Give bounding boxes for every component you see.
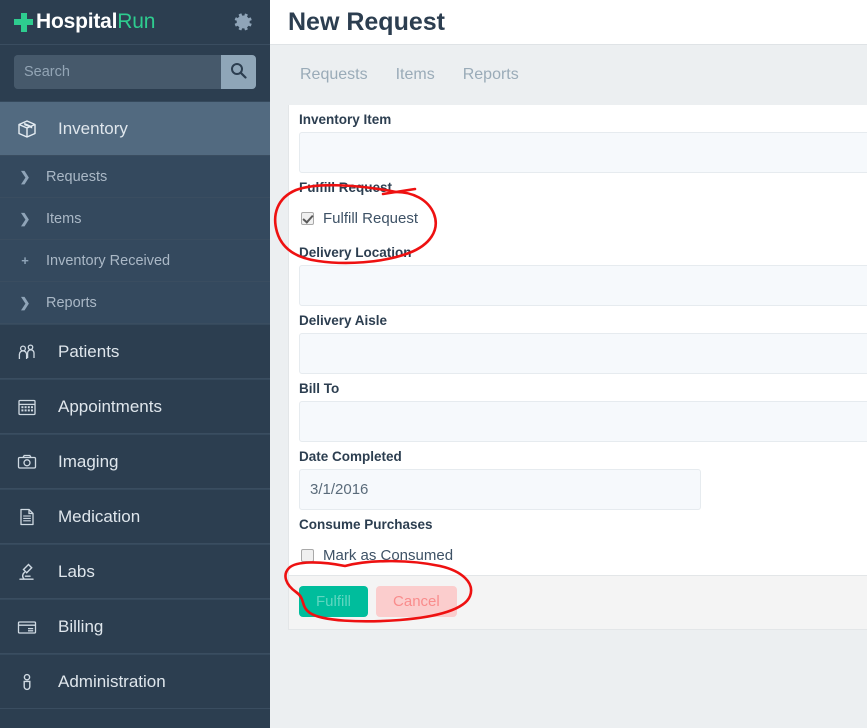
sidebar-item-appointments[interactable]: Appointments bbox=[0, 379, 270, 434]
sidebar-item-label: Medication bbox=[58, 506, 141, 526]
delivery-aisle-input[interactable] bbox=[299, 333, 867, 374]
medical-cross-icon bbox=[14, 12, 33, 32]
box-icon bbox=[16, 118, 46, 140]
sidebar-item-label: Patients bbox=[58, 341, 120, 361]
calendar-icon bbox=[16, 396, 46, 418]
sidebar-item-label: Appointments bbox=[58, 396, 162, 416]
sidebar-item-medication[interactable]: Medication bbox=[0, 489, 270, 544]
field-label: Inventory Item bbox=[299, 112, 392, 127]
field-delivery-location: Delivery Location bbox=[289, 238, 867, 306]
date-completed-input[interactable]: 3/1/2016 bbox=[299, 469, 701, 510]
chevron-right-icon: ❯ bbox=[19, 210, 31, 226]
sidebar-item-imaging[interactable]: Imaging bbox=[0, 434, 270, 489]
form-actions: Fulfill Cancel bbox=[289, 575, 867, 629]
fulfill-request-checkbox-label[interactable]: Fulfill Request bbox=[323, 210, 418, 227]
brand-name-suffix: Run bbox=[117, 10, 156, 33]
search-icon bbox=[230, 62, 247, 82]
sidebar-item-label: Administration bbox=[58, 671, 166, 691]
search-button[interactable] bbox=[221, 55, 256, 89]
card-icon bbox=[16, 616, 46, 638]
brand-name-main: Hospital bbox=[36, 10, 118, 33]
brand-header: HospitalRun bbox=[0, 0, 270, 45]
gear-icon[interactable] bbox=[232, 11, 254, 33]
sidebar: HospitalRun Search Inventory ❯ Requests … bbox=[0, 0, 270, 728]
sidebar-item-label: Imaging bbox=[58, 451, 119, 471]
tab-requests[interactable]: Requests bbox=[286, 66, 382, 84]
application-window: HospitalRun Search Inventory ❯ Requests … bbox=[0, 0, 867, 728]
bill-to-input[interactable] bbox=[299, 401, 867, 442]
tab-reports[interactable]: Reports bbox=[449, 66, 533, 84]
request-form-panel: Inventory Item Fulfill Request Fulfill R… bbox=[288, 105, 867, 630]
page-title: New Request bbox=[288, 7, 445, 36]
chevron-right-icon: ❯ bbox=[19, 168, 31, 184]
sidebar-subitem-label: Items bbox=[46, 210, 82, 227]
sidebar-item-labs[interactable]: Labs bbox=[0, 544, 270, 599]
field-date-completed: Date Completed 3/1/2016 bbox=[289, 442, 867, 510]
page-header: New Request bbox=[270, 0, 867, 45]
inventory-item-input[interactable] bbox=[299, 132, 867, 173]
document-icon bbox=[16, 506, 46, 528]
sidebar-subitem-reports[interactable]: ❯ Reports bbox=[0, 282, 270, 324]
field-label: Delivery Aisle bbox=[299, 313, 388, 328]
fulfill-request-checkbox-row[interactable]: Fulfill Request bbox=[289, 200, 867, 238]
sidebar-item-label: Inventory bbox=[58, 118, 128, 138]
cancel-button[interactable]: Cancel bbox=[376, 586, 457, 617]
section-consume-purchases: Consume Purchases bbox=[289, 510, 867, 537]
sidebar-subitem-items[interactable]: ❯ Items bbox=[0, 198, 270, 240]
field-inventory-item: Inventory Item bbox=[289, 105, 867, 173]
section-fulfill-request: Fulfill Request bbox=[289, 173, 867, 200]
field-delivery-aisle: Delivery Aisle bbox=[289, 306, 867, 374]
sidebar-item-administration[interactable]: Administration bbox=[0, 654, 270, 709]
sidebar-item-label: Labs bbox=[58, 561, 95, 581]
people-icon bbox=[16, 341, 46, 363]
field-label: Date Completed bbox=[299, 449, 402, 464]
person-icon bbox=[16, 671, 46, 693]
sidebar-item-inventory[interactable]: Inventory bbox=[0, 101, 270, 156]
sidebar-item-label: Billing bbox=[58, 616, 104, 636]
search-input[interactable] bbox=[14, 55, 221, 89]
mark-as-consumed-checkbox-label[interactable]: Mark as Consumed bbox=[323, 547, 453, 564]
section-label: Fulfill Request bbox=[299, 180, 393, 195]
microscope-icon bbox=[16, 561, 46, 583]
sidebar-subitem-label: Inventory Received bbox=[46, 252, 171, 269]
sidebar-item-billing[interactable]: Billing bbox=[0, 599, 270, 654]
field-bill-to: Bill To bbox=[289, 374, 867, 442]
field-label: Delivery Location bbox=[299, 245, 412, 260]
brand-name: HospitalRun bbox=[36, 10, 155, 34]
sidebar-subitem-requests[interactable]: ❯ Requests bbox=[0, 156, 270, 198]
section-label: Consume Purchases bbox=[299, 517, 433, 532]
search-box bbox=[14, 55, 256, 89]
camera-icon bbox=[16, 451, 46, 473]
delivery-location-input[interactable] bbox=[299, 265, 867, 306]
chevron-right-icon: ❯ bbox=[19, 294, 31, 310]
mark-as-consumed-checkbox-row[interactable]: Mark as Consumed bbox=[289, 537, 867, 575]
main-content: New Request Requests Items Reports Inven… bbox=[270, 0, 867, 728]
mark-as-consumed-checkbox[interactable] bbox=[301, 549, 314, 562]
fulfill-button[interactable]: Fulfill bbox=[299, 586, 369, 617]
sidebar-subitem-label: Reports bbox=[46, 294, 97, 311]
field-label: Bill To bbox=[299, 381, 340, 396]
sidebar-item-patients[interactable]: Patients bbox=[0, 324, 270, 379]
tab-bar: Requests Items Reports bbox=[270, 45, 867, 105]
fulfill-request-checkbox[interactable] bbox=[301, 212, 314, 225]
sidebar-subitem-label: Requests bbox=[46, 168, 108, 185]
tab-items[interactable]: Items bbox=[382, 66, 449, 84]
sidebar-subitem-inventory-received[interactable]: + Inventory Received bbox=[0, 240, 270, 282]
search-area bbox=[0, 45, 270, 101]
plus-icon: + bbox=[21, 253, 29, 268]
